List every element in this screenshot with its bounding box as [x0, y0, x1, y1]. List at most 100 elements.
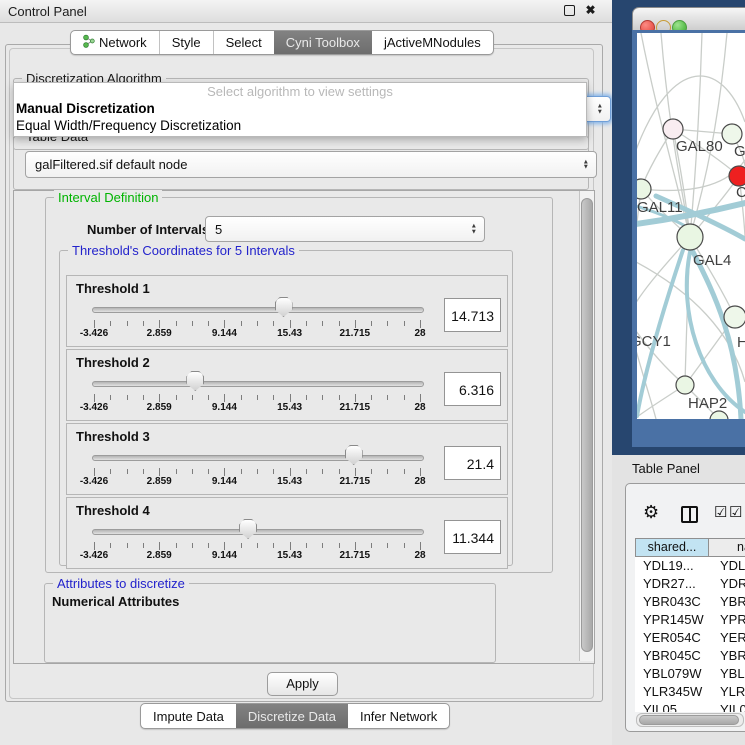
tab-label: Style [172, 35, 201, 50]
slider-track[interactable] [92, 381, 424, 387]
network-node-gal80[interactable] [663, 119, 683, 139]
table-row[interactable]: YBR045CYBR0 [635, 647, 745, 665]
apply-button[interactable]: Apply [267, 672, 338, 696]
cell-name[interactable]: YDR2 [720, 575, 745, 593]
table-row[interactable]: YPR145WYPR1 [635, 611, 745, 629]
tick-mark [322, 395, 323, 400]
table-row[interactable]: YER054CYER0 [635, 629, 745, 647]
tick-mark [94, 542, 95, 550]
table-row[interactable]: YDL19...YDL1 [635, 557, 745, 575]
slider-thumb[interactable] [239, 519, 257, 539]
cell-shared-name[interactable]: YBR045C [635, 647, 720, 665]
tab-jactivemnodules[interactable]: jActiveMNodules [372, 31, 493, 54]
tick-mark [176, 395, 177, 400]
cell-shared-name[interactable]: YER054C [635, 629, 720, 647]
tick-mark [371, 321, 372, 326]
close-icon[interactable]: ✖ [585, 5, 596, 16]
split-columns-icon[interactable] [681, 506, 698, 523]
tick-mark [192, 395, 193, 400]
tick-label: 21.715 [340, 476, 371, 487]
tick-mark [208, 543, 209, 548]
tick-mark [290, 468, 291, 476]
table-row[interactable]: YBL079WYBL0 [635, 665, 745, 683]
tick-mark [257, 469, 258, 474]
cell-shared-name[interactable]: YIL05... [635, 701, 720, 712]
cell-name[interactable]: YBL0 [720, 665, 745, 683]
cell-shared-name[interactable]: YBL079W [635, 665, 720, 683]
slider-track[interactable] [92, 307, 424, 313]
tick-mark [355, 394, 356, 402]
cell-shared-name[interactable]: YPR145W [635, 611, 720, 629]
network-node-ga[interactable] [722, 124, 742, 144]
tab-discretize-data[interactable]: Discretize Data [236, 704, 348, 728]
scrollbar-thumb[interactable] [581, 198, 593, 652]
cell-name[interactable]: YBR0 [720, 593, 745, 611]
tick-mark [257, 321, 258, 326]
threshold-value-field[interactable]: 11.344 [444, 520, 501, 554]
table-row[interactable]: YDR27...YDR2 [635, 575, 745, 593]
cell-shared-name[interactable]: YBR043C [635, 593, 720, 611]
cell-shared-name[interactable]: YDL19... [635, 557, 720, 575]
tick-mark [143, 543, 144, 548]
screen: Control Panel ✖ NetworkStyleSelectCyni T… [0, 0, 745, 745]
gear-icon[interactable]: ⚙ [643, 503, 659, 521]
tick-mark [404, 321, 405, 326]
network-node-gal11[interactable] [637, 179, 651, 199]
num-intervals-combo[interactable]: 5 ▲▼ [205, 216, 485, 242]
tick-mark [273, 469, 274, 474]
tab-impute-data[interactable]: Impute Data [141, 704, 236, 728]
network-node-gal4[interactable] [677, 224, 703, 250]
popup-option-equal-width-frequency-discretization[interactable]: Equal Width/Frequency Discretization [14, 117, 586, 134]
network-canvas[interactable]: GAL80GACGAL11GAL4GCY1HHAP2 [637, 33, 745, 419]
slider-track[interactable] [92, 455, 424, 461]
tick-mark [192, 321, 193, 326]
tab-infer-network[interactable]: Infer Network [348, 704, 449, 728]
network-edge-highlighted[interactable] [692, 250, 741, 419]
cell-name[interactable]: YBR0 [720, 647, 745, 665]
tick-mark [404, 469, 405, 474]
cell-name[interactable]: YIL0 [720, 701, 745, 712]
tick-mark [241, 395, 242, 400]
popup-option-manual-discretization[interactable]: Manual Discretization [14, 100, 586, 117]
slider-thumb[interactable] [345, 445, 363, 465]
scrollbar-thumb[interactable] [639, 715, 739, 725]
threshold-value-field[interactable]: 6.316 [444, 372, 501, 406]
tick-mark [290, 542, 291, 550]
slider-thumb[interactable] [186, 371, 204, 391]
slider-track[interactable] [92, 529, 424, 535]
slider-thumb[interactable] [275, 297, 293, 317]
tab-select[interactable]: Select [213, 31, 274, 54]
tick-mark [387, 395, 388, 400]
network-edge[interactable] [690, 33, 702, 237]
cell-name[interactable]: YDL1 [720, 557, 745, 575]
table-row[interactable]: YBR043CYBR0 [635, 593, 745, 611]
tick-mark [208, 469, 209, 474]
checkbox-icon[interactable]: ☑ [729, 505, 742, 520]
threshold-value-field[interactable]: 14.713 [444, 298, 501, 332]
tick-mark [94, 468, 95, 476]
network-node-h[interactable] [724, 306, 745, 328]
table-row[interactable]: YIL05...YIL0 [635, 701, 745, 712]
horizontal-scrollbar[interactable] [636, 713, 744, 727]
tab-network[interactable]: Network [71, 31, 159, 54]
column-header-name[interactable]: na [709, 538, 745, 557]
threshold-value-field[interactable]: 21.4 [444, 446, 501, 480]
vertical-scrollbar[interactable] [579, 191, 594, 661]
network-node-c[interactable] [729, 166, 745, 186]
cell-shared-name[interactable]: YLR345W [635, 683, 720, 701]
network-node-hap2[interactable] [676, 376, 694, 394]
table-data-combo[interactable]: galFiltered.sif default node ▲▼ [25, 151, 597, 178]
cell-name[interactable]: YER0 [720, 629, 745, 647]
cell-shared-name[interactable]: YDR27... [635, 575, 720, 593]
float-window-icon[interactable] [564, 5, 575, 16]
table-row[interactable]: YLR345WYLR3 [635, 683, 745, 701]
cell-name[interactable]: YLR3 [720, 683, 745, 701]
checkbox-icon[interactable]: ☑ [714, 505, 727, 520]
column-header-shared[interactable]: shared... [635, 538, 709, 557]
tab-style[interactable]: Style [159, 31, 213, 54]
tick-mark [273, 321, 274, 326]
tab-cyni-toolbox[interactable]: Cyni Toolbox [274, 31, 372, 54]
tick-label: 2.859 [147, 550, 172, 561]
threshold-row: Threshold 1-3.4262.8599.14415.4321.71528… [66, 275, 508, 347]
cell-name[interactable]: YPR1 [720, 611, 745, 629]
